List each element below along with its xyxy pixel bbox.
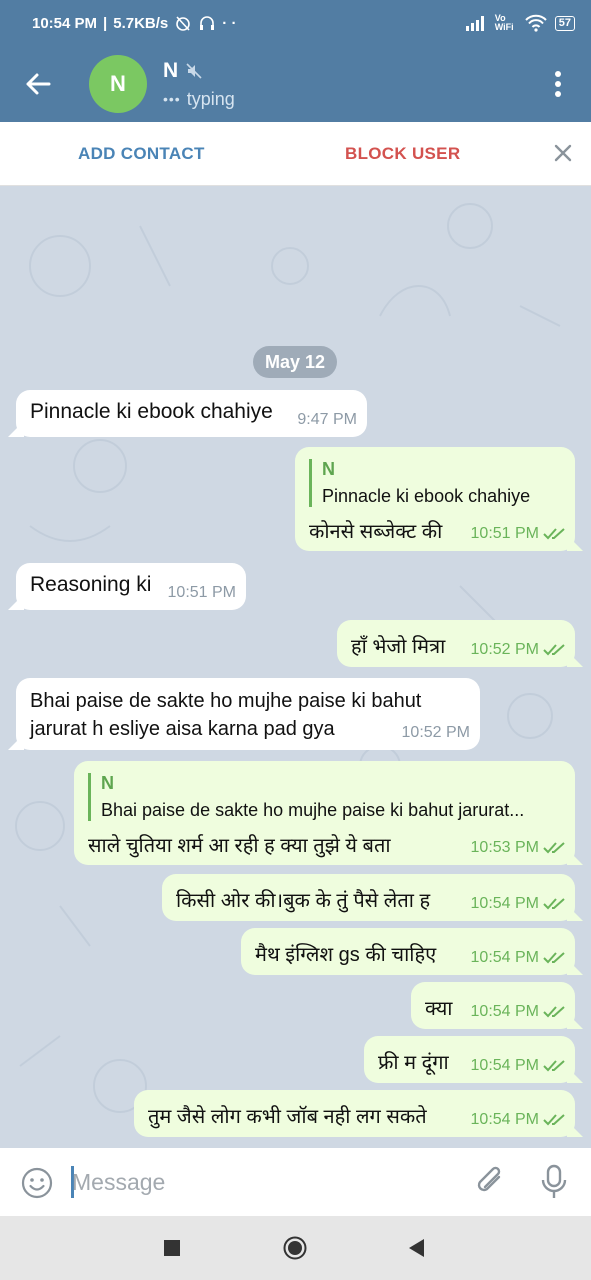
more-notifications-icon: · · — [222, 14, 237, 32]
arrow-left-icon — [26, 73, 51, 95]
message-outgoing[interactable]: मैथ इंग्लिश gs की चाहिए 10:54 PM — [241, 928, 575, 975]
reply-text: Pinnacle ki ebook chahiye — [322, 486, 531, 506]
message-composer — [0, 1148, 591, 1216]
message-time: 9:47 PM — [297, 411, 357, 428]
message-time: 10:54 PM — [470, 949, 539, 966]
vowifi-label: Vo WiFi — [494, 13, 514, 32]
microphone-icon[interactable] — [540, 1164, 568, 1200]
block-user-button[interactable]: BLOCK USER — [345, 144, 460, 164]
message-incoming[interactable]: Bhai paise de sakte ho mujhe paise ki ba… — [16, 678, 480, 750]
double-check-icon — [543, 1006, 565, 1018]
reply-author: N — [101, 773, 114, 793]
typing-indicator: ••• — [163, 91, 181, 107]
system-nav-bar — [0, 1216, 591, 1280]
message-outgoing[interactable]: तुम जैसे लोग कभी जॉब नही लग सकते 10:54 P… — [134, 1090, 575, 1137]
message-outgoing[interactable]: N Bhai paise de sakte ho mujhe paise ki … — [74, 761, 575, 865]
status-time: 10:54 PM — [32, 14, 98, 32]
double-check-icon — [543, 842, 565, 854]
paperclip-icon[interactable] — [474, 1164, 508, 1200]
double-check-icon — [543, 1114, 565, 1126]
message-text: हाँ भेजो मित्रा — [351, 636, 446, 658]
double-check-icon — [543, 644, 565, 656]
contact-action-bar: ADD CONTACT BLOCK USER — [0, 122, 591, 186]
message-text: फ्री म दूंगा — [378, 1052, 449, 1074]
message-outgoing[interactable]: क्या 10:54 PM — [411, 982, 575, 1029]
message-incoming[interactable]: Reasoning ki 10:51 PM — [16, 563, 246, 610]
message-incoming[interactable]: Pinnacle ki ebook chahiye 9:47 PM — [16, 390, 367, 437]
message-time: 10:53 PM — [470, 839, 539, 856]
back-nav-button[interactable] — [406, 1236, 426, 1260]
message-time: 10:54 PM — [470, 1057, 539, 1074]
message-outgoing[interactable]: किसी ओर की।बुक के तुं पैसे लेता ह 10:54 … — [162, 874, 575, 921]
contact-name: N — [163, 58, 179, 82]
reply-preview[interactable]: N Pinnacle ki ebook chahiye — [309, 459, 559, 507]
headphones-icon — [200, 16, 215, 30]
add-contact-button[interactable]: ADD CONTACT — [78, 144, 205, 164]
emoji-icon[interactable] — [20, 1166, 54, 1200]
date-separator: May 12 — [253, 346, 337, 378]
message-text-line1: Bhai paise de sakte ho mujhe paise ki ba… — [30, 690, 422, 712]
reply-text: Bhai paise de sakte ho mujhe paise ki ba… — [101, 800, 525, 820]
more-menu-button[interactable] — [525, 46, 591, 122]
message-input[interactable] — [72, 1166, 452, 1198]
mute-icon — [186, 62, 202, 79]
reply-author: N — [322, 459, 335, 479]
close-icon[interactable] — [550, 140, 576, 166]
message-time: 10:54 PM — [470, 1111, 539, 1128]
contact-status: typing — [186, 88, 235, 109]
message-time: 10:54 PM — [470, 1003, 539, 1020]
recents-button[interactable] — [163, 1236, 181, 1260]
more-vertical-icon — [555, 71, 561, 97]
message-time: 10:51 PM — [167, 584, 236, 601]
network-speed: 5.7KB/s — [113, 14, 169, 32]
message-text: किसी ओर की।बुक के तुं पैसे लेता ह — [176, 890, 431, 912]
double-check-icon — [543, 1060, 565, 1072]
message-text: कोनसे सब्जेक्ट की — [309, 521, 443, 543]
message-text: क्या — [425, 998, 453, 1020]
double-check-icon — [543, 528, 565, 540]
message-text: Pinnacle ki ebook chahiye — [30, 400, 273, 423]
home-button[interactable] — [283, 1236, 307, 1260]
message-text: तुम जैसे लोग कभी जॉब नही लग सकते — [148, 1106, 427, 1128]
message-outgoing[interactable]: हाँ भेजो मित्रा 10:52 PM — [337, 620, 575, 667]
reply-preview[interactable]: N Bhai paise de sakte ho mujhe paise ki … — [88, 773, 558, 821]
message-time: 10:52 PM — [470, 641, 539, 658]
battery-indicator: 57 — [554, 15, 575, 31]
double-check-icon — [543, 952, 565, 964]
chat-header: N N ••• typing — [0, 46, 591, 122]
message-list[interactable]: May 12 Pinnacle ki ebook chahiye 9:47 PM… — [0, 186, 591, 1148]
status-bar: 10:54 PM | 5.7KB/s · · Vo WiFi 57 — [0, 0, 591, 46]
avatar[interactable]: N — [89, 55, 147, 113]
message-text: Reasoning ki — [30, 573, 152, 596]
message-outgoing[interactable]: N Pinnacle ki ebook chahiye कोनसे सब्जेक… — [295, 447, 575, 551]
back-button[interactable] — [0, 46, 76, 122]
message-text-line2: jarurat h esliye aisa karna pad gya — [30, 718, 335, 740]
message-outgoing[interactable]: फ्री म दूंगा 10:54 PM — [364, 1036, 575, 1083]
double-check-icon — [543, 898, 565, 910]
contact-info[interactable]: N ••• typing — [163, 59, 235, 110]
message-time: 10:52 PM — [401, 724, 470, 741]
message-time: 10:51 PM — [470, 525, 539, 542]
wifi-icon — [525, 14, 547, 32]
alarm-off-icon — [176, 16, 191, 31]
message-time: 10:54 PM — [470, 895, 539, 912]
message-text: साले चुतिया शर्म आ रही ह क्या तुझे ये बत… — [88, 835, 391, 857]
message-text: मैथ इंग्लिश gs की चाहिए — [255, 944, 437, 966]
signal-icon — [465, 16, 484, 31]
